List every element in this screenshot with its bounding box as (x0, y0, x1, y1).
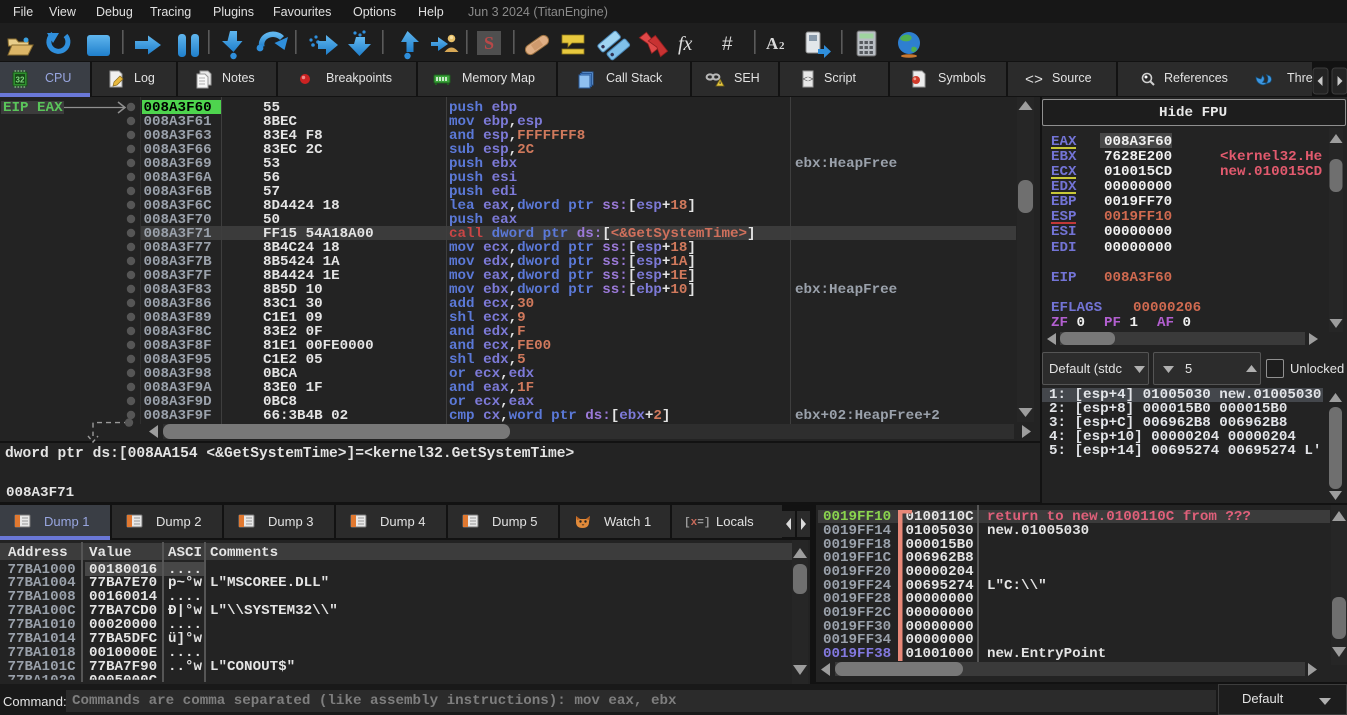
svg-text:A: A (766, 34, 779, 53)
svg-text:32: 32 (16, 76, 25, 85)
svg-text:<>: <> (1025, 72, 1043, 89)
svg-text:#: # (722, 34, 733, 55)
svg-text:fx: fx (678, 33, 693, 55)
svg-text:S: S (484, 33, 494, 53)
svg-text:2: 2 (779, 40, 785, 52)
svg-text:<>: <> (803, 75, 814, 85)
